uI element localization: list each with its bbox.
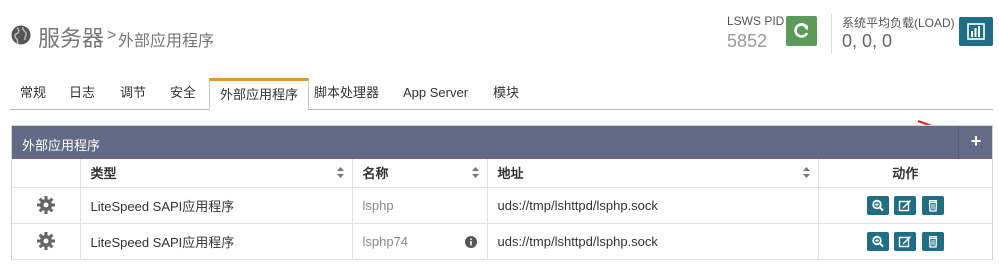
reload-button[interactable] <box>786 16 817 46</box>
breadcrumb-current: 外部应用程序 <box>118 33 215 50</box>
gear-icon[interactable] <box>36 232 55 250</box>
column-label-address: 地址 <box>497 166 524 182</box>
sort-icon <box>471 167 479 178</box>
row-type: LiteSpeed SAPI应用程序 <box>80 223 353 260</box>
page-header: 服务器 > 外部应用程序 LSWS PID 5852 系统平均负载(LOAD) … <box>0 0 999 72</box>
sort-icon <box>802 167 810 178</box>
table-row: LiteSpeed SAPI应用程序 lsphp74 uds://tmp/lsh… <box>12 223 992 260</box>
tab-bar: 常规 日志 调节 安全 外部应用程序 脚本处理器 App Server 模块 <box>10 78 993 111</box>
edit-icon <box>899 235 912 247</box>
row-actions <box>818 187 992 224</box>
tab-app-server[interactable]: App Server <box>393 78 478 109</box>
column-label-name: 名称 <box>362 166 389 182</box>
breadcrumb-separator: > <box>107 27 117 44</box>
page-title: 服务器 <box>38 26 105 51</box>
delete-icon <box>928 199 938 212</box>
pid-label: LSWS PID <box>727 14 785 28</box>
row-name-cell: lsphp74 <box>352 223 488 260</box>
tab-modules[interactable]: 模块 <box>483 78 529 109</box>
tab-script-handler[interactable]: 脚本处理器 <box>304 78 389 109</box>
bar-chart-icon <box>967 23 985 40</box>
view-button[interactable] <box>866 195 889 215</box>
view-icon <box>871 235 884 247</box>
tab-general[interactable]: 常规 <box>10 78 56 109</box>
header-divider <box>831 14 832 54</box>
column-header-address[interactable]: 地址 <box>487 159 819 188</box>
add-button[interactable]: + <box>958 126 992 159</box>
row-settings-cell <box>12 223 81 260</box>
row-name: lsphp <box>352 187 488 224</box>
delete-button[interactable] <box>921 231 944 251</box>
globe-icon <box>11 25 31 45</box>
view-icon <box>871 199 884 211</box>
column-header-settings <box>12 159 81 188</box>
load-label: 系统平均负载(LOAD) <box>842 16 955 30</box>
delete-icon <box>928 235 938 248</box>
gear-icon[interactable] <box>36 196 55 214</box>
row-address: uds://tmp/lshttpd/lsphp.sock <box>487 223 819 260</box>
tab-external-app[interactable]: 外部应用程序 <box>209 78 310 111</box>
edit-button[interactable] <box>894 195 917 215</box>
edit-button[interactable] <box>894 231 917 251</box>
row-type: LiteSpeed SAPI应用程序 <box>80 187 353 224</box>
panel-header: 外部应用程序 + <box>12 126 992 159</box>
tab-tuning[interactable]: 调节 <box>110 78 156 109</box>
refresh-icon <box>794 23 809 38</box>
tab-log[interactable]: 日志 <box>59 78 105 109</box>
panel-title: 外部应用程序 <box>22 138 101 153</box>
table-header-row: 类型 名称 地址 动作 <box>12 159 992 188</box>
row-name: lsphp74 <box>362 233 409 249</box>
column-header-name[interactable]: 名称 <box>352 159 488 188</box>
sort-icon <box>336 167 344 178</box>
column-header-actions: 动作 <box>818 159 992 188</box>
pid-value: 5852 <box>727 31 768 51</box>
row-actions <box>818 223 992 260</box>
tab-security[interactable]: 安全 <box>160 78 206 109</box>
column-header-type[interactable]: 类型 <box>80 159 353 188</box>
stats-button[interactable] <box>959 17 993 46</box>
load-value: 0, 0, 0 <box>842 31 893 51</box>
view-button[interactable] <box>866 231 889 251</box>
edit-icon <box>899 199 912 211</box>
table-row: LiteSpeed SAPI应用程序 lsphp uds://tmp/lshtt… <box>12 187 992 224</box>
column-label-type: 类型 <box>90 166 117 182</box>
external-apps-table: 类型 名称 地址 动作 LiteSpeed SAPI应用程序 lsphp uds… <box>12 159 992 260</box>
delete-button[interactable] <box>921 195 944 215</box>
plus-icon: + <box>970 131 982 151</box>
row-address: uds://tmp/lshttpd/lsphp.sock <box>487 187 819 224</box>
external-apps-panel: 外部应用程序 + 类型 名称 地址 动作 LiteSpeed SAPI应用程序 … <box>11 125 993 260</box>
row-settings-cell <box>12 187 81 224</box>
info-icon[interactable] <box>464 235 477 248</box>
